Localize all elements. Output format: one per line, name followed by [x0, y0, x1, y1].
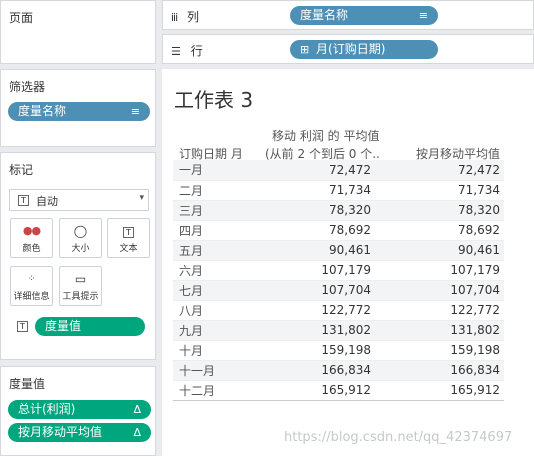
moving-profit-cell: 159,198: [260, 340, 375, 361]
table-row[interactable]: 二月 71,734 71,734: [173, 180, 504, 201]
worksheet-title: 工作表 3: [174, 88, 254, 112]
monthly-moving-average-cell: 122,772: [375, 300, 504, 321]
measure-values-title: 度量值: [9, 377, 46, 391]
color-card[interactable]: ●● 颜色: [10, 218, 53, 258]
size-icon: ◯: [73, 224, 88, 238]
marks-panel: 标记 T 自动 ▾ ●● 颜色 ◯ 大小 T 文本 ⁘ 详细信息 ▭ 工具提示 …: [0, 152, 156, 360]
monthly-moving-average-cell: 72,472: [375, 160, 504, 181]
rows-icon: ☰: [171, 45, 181, 58]
monthly-moving-average-cell: 107,704: [375, 280, 504, 301]
table-row[interactable]: 一月 72,472 72,472: [173, 160, 504, 181]
moving-profit-cell: 90,461: [260, 240, 375, 261]
monthly-moving-average-cell: 131,802: [375, 320, 504, 341]
month-cell: 十一月: [173, 360, 260, 381]
month-cell: 三月: [173, 200, 260, 221]
color-icon: ●●: [22, 224, 41, 237]
month-cell: 二月: [173, 180, 260, 201]
data-table: 一月 72,472 72,472 二月 71,734 71,734 三月 78,320 78,3…: [173, 160, 504, 401]
filters-panel: 筛选器 度量名称 ≡: [0, 69, 156, 147]
moving-profit-cell: 107,704: [260, 280, 375, 301]
month-cell: 八月: [173, 300, 260, 321]
month-cell: 六月: [173, 260, 260, 281]
sort-icon: ≡: [418, 9, 428, 22]
filter-pill-measure-names[interactable]: 度量名称 ≡: [8, 102, 150, 121]
measure-values-panel: 度量值 总计(利润) Δ 按月移动平均值 Δ: [0, 366, 156, 456]
delta-icon: Δ: [133, 403, 141, 416]
moving-profit-cell: 166,834: [260, 360, 375, 381]
moving-profit-cell: 131,802: [260, 320, 375, 341]
moving-profit-cell: 78,692: [260, 220, 375, 241]
tooltip-icon: ▭: [74, 272, 87, 286]
monthly-moving-average-cell: 78,692: [375, 220, 504, 241]
text-card[interactable]: T 文本: [107, 218, 150, 258]
filters-title: 筛选器: [9, 80, 46, 94]
expand-icon: ⊞: [300, 43, 310, 56]
sort-icon: ≡: [130, 105, 140, 118]
table-row[interactable]: 九月 131,802 131,802: [173, 320, 504, 341]
chevron-down-icon: ▾: [139, 193, 144, 203]
month-cell: 十二月: [173, 380, 260, 401]
table-row[interactable]: 八月 122,772 122,772: [173, 300, 504, 321]
columns-pill-measure-names[interactable]: 度量名称 ≡: [290, 6, 438, 25]
measure-text-icon: T: [17, 321, 28, 332]
table-row[interactable]: 十二月 165,912 165,912: [173, 380, 504, 401]
month-cell: 四月: [173, 220, 260, 241]
marks-title: 标记: [9, 163, 34, 177]
columns-shelf[interactable]: iii 列 度量名称 ≡: [162, 0, 534, 30]
pages-panel: 页面: [0, 0, 156, 64]
month-cell: 九月: [173, 320, 260, 341]
rows-shelf[interactable]: ☰ 行 ⊞ 月(订购日期): [162, 34, 534, 64]
month-cell: 十月: [173, 340, 260, 361]
moving-profit-cell: 72,472: [260, 160, 375, 181]
month-cell: 一月: [173, 160, 260, 181]
monthly-moving-average-cell: 90,461: [375, 240, 504, 261]
measure-pill-total-profit[interactable]: 总计(利润) Δ: [8, 400, 151, 419]
month-cell: 五月: [173, 240, 260, 261]
monthly-moving-average-cell: 166,834: [375, 360, 504, 381]
pages-title: 页面: [9, 11, 34, 25]
moving-profit-cell: 78,320: [260, 200, 375, 221]
table-row[interactable]: 十月 159,198 159,198: [173, 340, 504, 361]
moving-profit-cell: 122,772: [260, 300, 375, 321]
rows-shelf-label: ☰ 行: [171, 44, 203, 58]
delta-icon: Δ: [133, 426, 141, 439]
detail-card[interactable]: ⁘ 详细信息: [10, 266, 53, 306]
table-row[interactable]: 六月 107,179 107,179: [173, 260, 504, 281]
column-header-moving-profit-line1: 移动 利润 的 平均值: [272, 129, 380, 143]
detail-icon: ⁘: [27, 274, 36, 284]
monthly-moving-average-cell: 78,320: [375, 200, 504, 221]
size-card[interactable]: ◯ 大小: [59, 218, 102, 258]
table-row[interactable]: 五月 90,461 90,461: [173, 240, 504, 261]
monthly-moving-average-cell: 159,198: [375, 340, 504, 361]
moving-profit-cell: 71,734: [260, 180, 375, 201]
measure-pill-monthly-moving-average[interactable]: 按月移动平均值 Δ: [8, 423, 151, 442]
watermark: https://blog.csdn.net/qq_42374697: [284, 430, 513, 445]
table-row[interactable]: 十一月 166,834 166,834: [173, 360, 504, 381]
monthly-moving-average-cell: 71,734: [375, 180, 504, 201]
monthly-moving-average-cell: 107,179: [375, 260, 504, 281]
table-row[interactable]: 七月 107,704 107,704: [173, 280, 504, 301]
monthly-moving-average-cell: 165,912: [375, 380, 504, 401]
table-row[interactable]: 三月 78,320 78,320: [173, 200, 504, 221]
marks-pill-measure-values[interactable]: 度量值: [35, 317, 145, 336]
moving-profit-cell: 107,179: [260, 260, 375, 281]
rows-pill-order-month[interactable]: ⊞ 月(订购日期): [290, 40, 438, 59]
text-icon: T: [108, 223, 149, 239]
columns-icon: iii: [171, 11, 178, 24]
month-cell: 七月: [173, 280, 260, 301]
table-row[interactable]: 四月 78,692 78,692: [173, 220, 504, 241]
table-bottom-divider: [173, 400, 504, 401]
columns-shelf-label: iii 列: [171, 10, 200, 24]
moving-profit-cell: 165,912: [260, 380, 375, 401]
mark-type-dropdown[interactable]: T 自动 ▾: [9, 189, 149, 211]
text-mark-icon: T: [18, 195, 29, 206]
tooltip-card[interactable]: ▭ 工具提示: [59, 266, 102, 306]
